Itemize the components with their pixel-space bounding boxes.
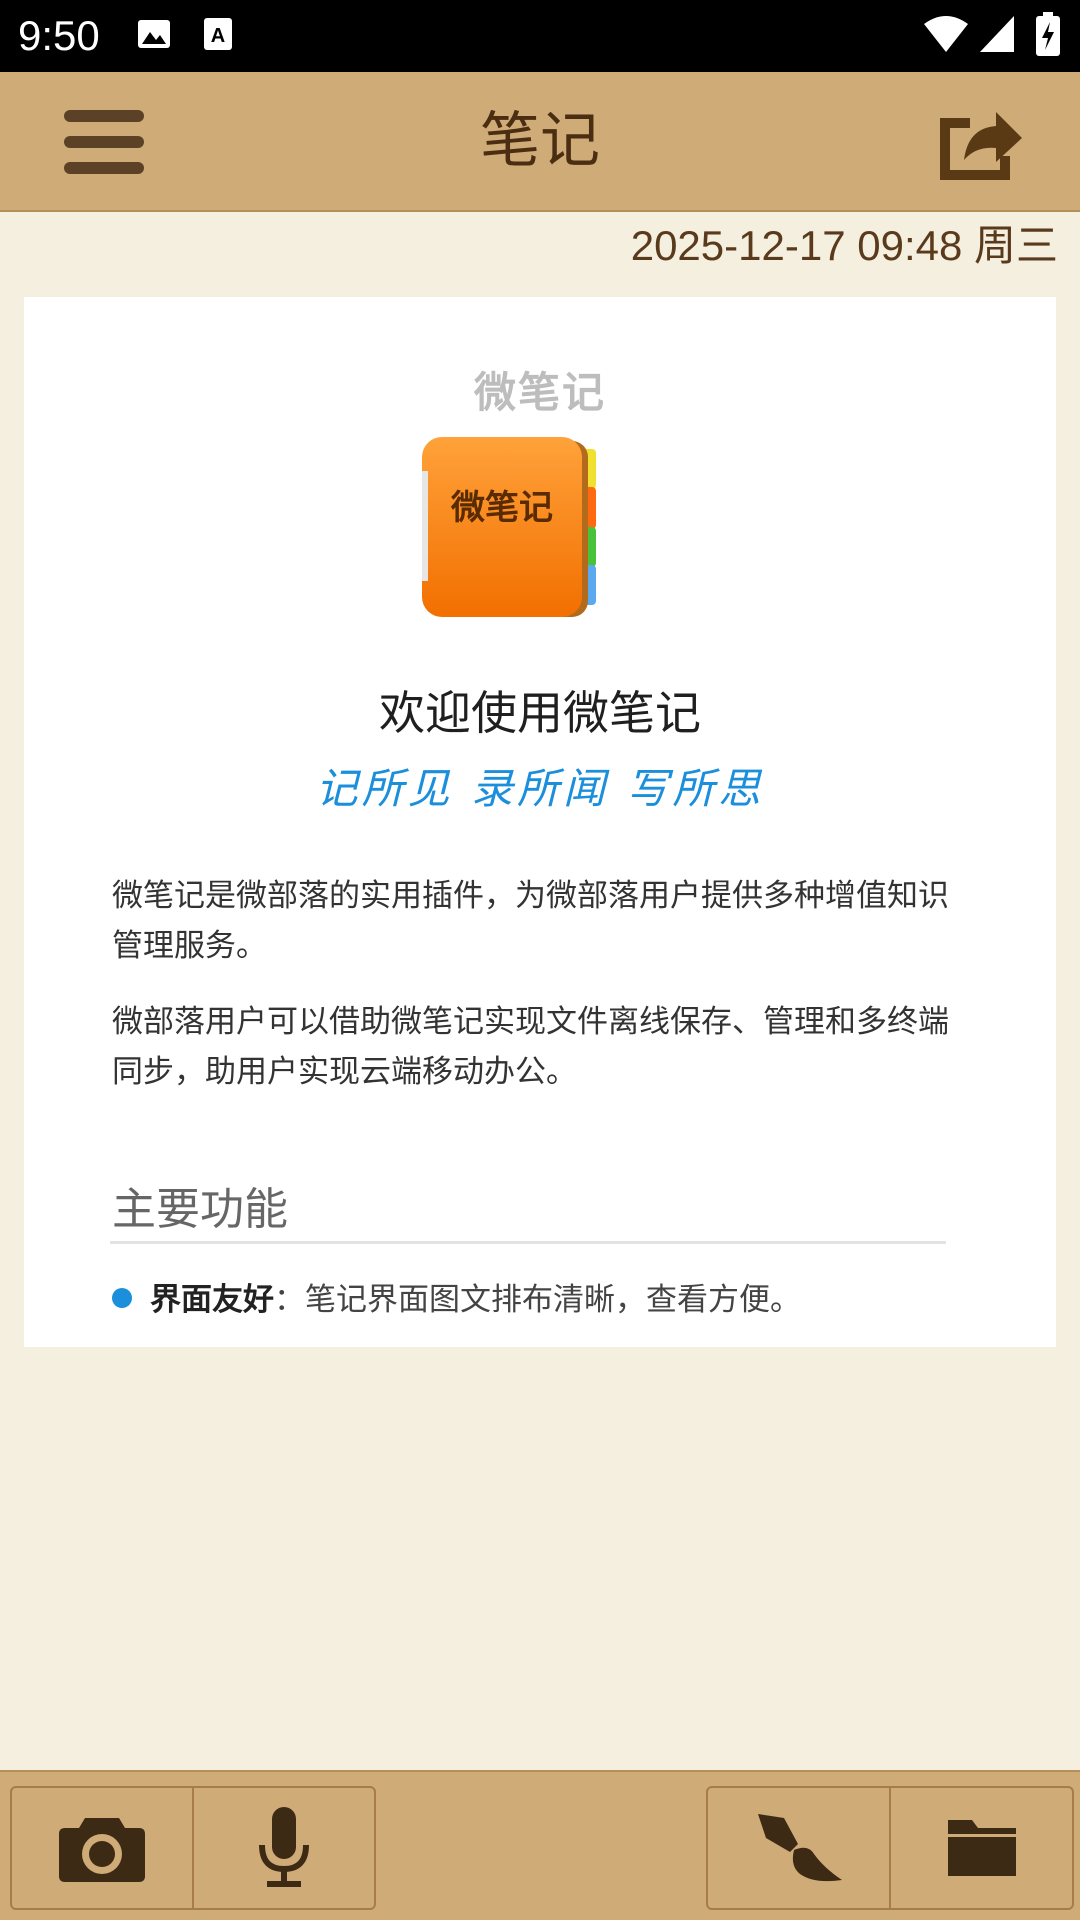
app-bar: 笔记 [0,72,1080,212]
list-item: 界面友好：笔记界面图文排布清晰，查看方便。 [112,1275,801,1325]
share-button[interactable] [934,98,1024,184]
battery-charging-icon [1036,12,1060,56]
feature-separator: ： [274,1282,305,1318]
hamburger-menu-icon [64,110,144,174]
feature-description: 笔记界面图文排布清晰，查看方便。 [305,1282,801,1318]
edit-tool-group [706,1786,1074,1910]
folder-icon [947,1820,1016,1876]
share-icon [940,112,1022,180]
svg-text:A: A [211,25,225,47]
section-divider [110,1241,946,1244]
font-icon: A [204,18,232,50]
note-datetime: 2025-12-17 09:48 周三 [630,222,1058,269]
logo-text: 微笔记 [450,488,553,528]
bottom-toolbar [0,1770,1080,1920]
notebook-logo-icon: 微笔记 [422,437,596,617]
camera-icon [59,1818,145,1882]
folder-button[interactable] [889,1788,1072,1908]
slogan: 记所见 录所闻 写所思 [315,764,765,813]
section-title: 主要功能 [112,1184,288,1235]
brand-text: 微笔记 [473,368,606,417]
intro-paragraph-1: 微笔记是微部落的实用插件，为微部落用户提供多种增值知识管理服务。 [112,878,949,964]
camera-button[interactable] [12,1788,192,1908]
image-icon [138,20,170,48]
voice-button[interactable] [192,1788,374,1908]
feature-name: 界面友好 [150,1282,274,1318]
page-title: 笔记 [480,106,600,176]
media-tool-group [10,1786,376,1910]
note-content-card[interactable]: 微笔记 微笔记 欢迎使用微笔记 记所见 录所闻 写所思 微笔记是微部落的实用插件… [24,297,1056,1347]
intro-paragraph-2: 微部落用户可以借助微笔记实现文件离线保存、管理和多终端同步，助用户实现云端移动办… [112,1004,949,1090]
wifi-icon [924,16,968,52]
bullet-dot [112,1287,132,1308]
microphone-icon [259,1807,309,1887]
status-time: 9:50 [18,12,100,59]
welcome-title: 欢迎使用微笔记 [379,686,701,740]
signal-icon [980,16,1014,52]
status-bar: 9:50 A [0,0,1080,72]
brush-icon [757,1814,842,1882]
menu-button[interactable] [62,100,146,184]
brush-button[interactable] [708,1788,889,1908]
